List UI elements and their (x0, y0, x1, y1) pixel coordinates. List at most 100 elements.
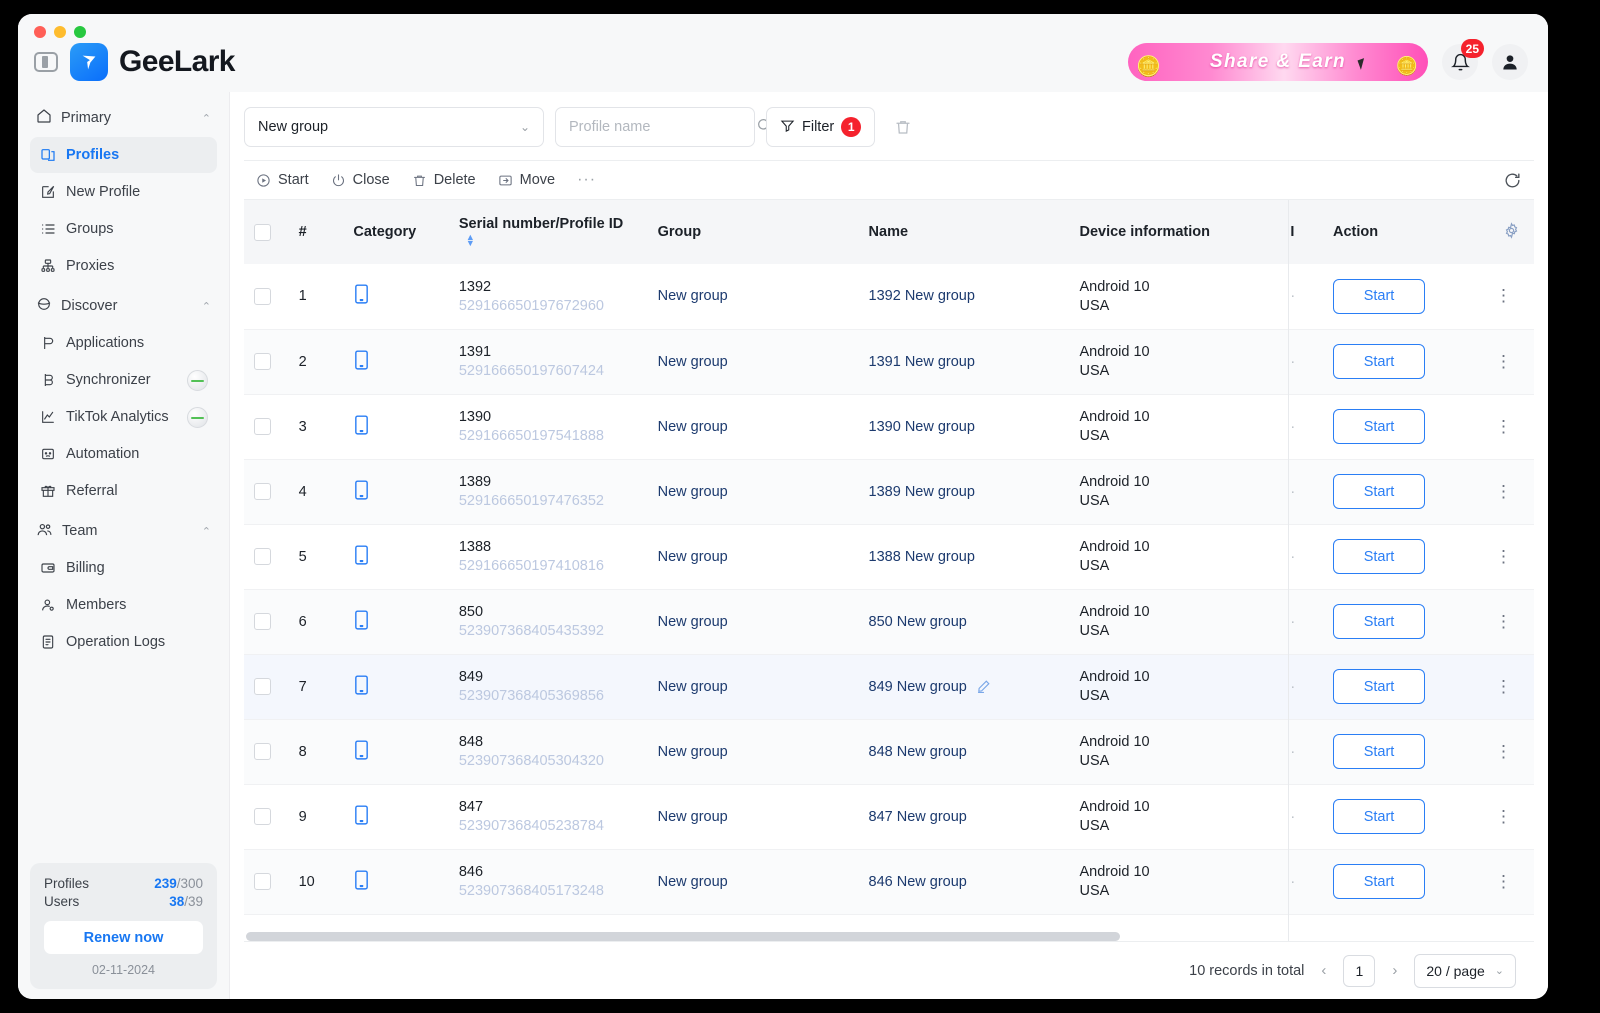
row-profile-id[interactable]: 529166650197410816 (459, 558, 638, 574)
synchronizer-toggle[interactable] (187, 369, 208, 391)
sidebar-item-billing[interactable]: Billing (30, 550, 217, 586)
refresh-button[interactable] (1503, 171, 1522, 190)
select-all-checkbox[interactable] (254, 223, 271, 241)
table-row[interactable]: 4 1389 529166650197476352 New group 1389 New… (244, 459, 1534, 525)
row-start-button[interactable]: Start (1333, 669, 1425, 704)
column-header-index[interactable]: # (288, 200, 344, 264)
sidebar-section-primary[interactable]: Primary ⌃ (30, 100, 217, 136)
table-row[interactable]: 3 1390 529166650197541888 New group 1390 New… (244, 394, 1534, 460)
horizontal-scrollbar[interactable] (246, 932, 1532, 941)
sidebar-item-groups[interactable]: Groups (30, 211, 217, 247)
row-group[interactable]: New group (647, 849, 859, 915)
row-profile-id[interactable]: 523907368405435392 (459, 623, 638, 639)
profiles-table-scroll[interactable]: # Category Serial number/Profile ID ▲ ▼ G… (244, 200, 1534, 929)
table-row[interactable]: 9 847 523907368405238784 New group 847 New g… (244, 784, 1534, 850)
sidebar-item-new-profile[interactable]: New Profile (30, 174, 217, 210)
row-group[interactable]: New group (647, 524, 859, 590)
bulk-move-button[interactable]: Move (498, 172, 555, 188)
row-profile-id[interactable]: 529166650197672960 (459, 298, 638, 314)
sidebar-item-proxies[interactable]: Proxies (30, 248, 217, 284)
row-start-button[interactable]: Start (1333, 604, 1425, 639)
group-select[interactable]: New group ⌄ (244, 107, 544, 147)
row-profile-id[interactable]: 529166650197476352 (459, 493, 638, 509)
table-row[interactable]: 1 1392 529166650197672960 New group 1392 New… (244, 264, 1534, 330)
sidebar-section-team[interactable]: Team ⌃ (30, 513, 217, 549)
row-profile-id[interactable]: 523907368405304320 (459, 753, 638, 769)
recycle-bin-icon[interactable] (886, 108, 920, 146)
search-box[interactable] (555, 107, 771, 147)
row-more-icon[interactable]: ⋮ (1483, 287, 1524, 304)
row-profile-id[interactable]: 529166650197607424 (459, 363, 638, 379)
row-more-icon[interactable]: ⋮ (1483, 808, 1524, 825)
close-window-button[interactable] (34, 26, 46, 38)
sidebar-item-members[interactable]: Members (30, 587, 217, 623)
row-start-button[interactable]: Start (1333, 734, 1425, 769)
sidebar-item-operation-logs[interactable]: Operation Logs (30, 624, 217, 660)
row-group[interactable]: New group (647, 329, 859, 395)
row-start-button[interactable]: Start (1333, 344, 1425, 379)
maximize-window-button[interactable] (74, 26, 86, 38)
sidebar-item-synchronizer[interactable]: Synchronizer (30, 362, 217, 398)
share-and-earn-banner[interactable]: 🪙 Share & Earn 🪙 (1128, 43, 1428, 81)
row-group[interactable]: New group (647, 654, 859, 720)
row-more-icon[interactable]: ⋮ (1483, 548, 1524, 565)
sidebar-item-referral[interactable]: Referral (30, 473, 217, 509)
table-row[interactable]: 6 850 523907368405435392 New group 850 New g… (244, 589, 1534, 655)
column-header-serial[interactable]: Serial number/Profile ID ▲ ▼ (448, 200, 648, 264)
row-profile-id[interactable]: 523907368405238784 (459, 818, 638, 834)
row-checkbox[interactable] (254, 808, 271, 825)
row-start-button[interactable]: Start (1333, 864, 1425, 899)
table-row[interactable]: 10 846 523907368405173248 New group 846 New … (244, 849, 1534, 915)
row-group[interactable]: New group (647, 589, 859, 655)
table-row[interactable]: 5 1388 529166650197410816 New group 1388 New… (244, 524, 1534, 590)
sidebar-toggle-icon[interactable] (34, 52, 58, 72)
row-start-button[interactable]: Start (1333, 539, 1425, 574)
row-more-icon[interactable]: ⋮ (1483, 418, 1524, 435)
row-more-icon[interactable]: ⋮ (1483, 873, 1524, 890)
row-checkbox[interactable] (254, 287, 271, 305)
sidebar-item-profiles[interactable]: Profiles (30, 137, 217, 173)
row-more-icon[interactable]: ⋮ (1483, 613, 1524, 630)
minimize-window-button[interactable] (54, 26, 66, 38)
row-checkbox[interactable] (254, 418, 271, 435)
row-profile-id[interactable]: 523907368405369856 (459, 688, 638, 704)
prev-page-button[interactable]: ‹ (1317, 962, 1330, 979)
table-row[interactable]: 2 1391 529166650197607424 New group 1391 New… (244, 329, 1534, 395)
row-more-icon[interactable]: ⋮ (1483, 678, 1524, 695)
bulk-delete-button[interactable]: Delete (412, 172, 476, 188)
row-checkbox[interactable] (254, 353, 271, 370)
row-more-icon[interactable]: ⋮ (1483, 743, 1524, 760)
user-avatar[interactable] (1492, 44, 1528, 80)
row-start-button[interactable]: Start (1333, 474, 1425, 509)
notifications-button[interactable]: 25 (1442, 39, 1484, 80)
sidebar-section-discover[interactable]: Discover ⌃ (30, 288, 217, 324)
filter-button[interactable]: Filter 1 (766, 107, 876, 147)
sort-serial-icon[interactable]: ▲ ▼ (466, 233, 475, 248)
row-profile-id[interactable]: 523907368405173248 (459, 883, 638, 899)
row-more-icon[interactable]: ⋮ (1483, 353, 1524, 370)
row-checkbox[interactable] (254, 743, 271, 760)
row-start-button[interactable]: Start (1333, 409, 1425, 444)
row-checkbox[interactable] (254, 873, 271, 890)
sidebar-item-tiktok-analytics[interactable]: TikTok Analytics (30, 399, 217, 435)
row-checkbox[interactable] (254, 613, 271, 630)
next-page-button[interactable]: › (1388, 962, 1401, 979)
table-row[interactable]: 8 848 523907368405304320 New group 848 New g… (244, 719, 1534, 785)
row-start-button[interactable]: Start (1333, 799, 1425, 834)
table-row[interactable]: 7 849 523907368405369856 New group 849 New g… (244, 654, 1534, 720)
row-group[interactable]: New group (647, 459, 859, 525)
sidebar-item-applications[interactable]: Applications (30, 325, 217, 361)
bulk-close-button[interactable]: Close (331, 172, 390, 188)
gear-icon[interactable] (1503, 221, 1520, 243)
sidebar-item-automation[interactable]: Automation (30, 436, 217, 472)
bulk-start-button[interactable]: Start (256, 172, 309, 188)
page-size-select[interactable]: 20 / page ⌄ (1414, 953, 1516, 988)
tiktok-analytics-toggle[interactable] (187, 406, 208, 428)
search-input[interactable] (569, 119, 756, 135)
renew-now-button[interactable]: Renew now (44, 921, 203, 954)
edit-name-icon[interactable] (976, 679, 991, 694)
row-checkbox[interactable] (254, 548, 271, 565)
row-checkbox[interactable] (254, 483, 271, 500)
row-group[interactable]: New group (647, 264, 859, 330)
row-group[interactable]: New group (647, 719, 859, 785)
